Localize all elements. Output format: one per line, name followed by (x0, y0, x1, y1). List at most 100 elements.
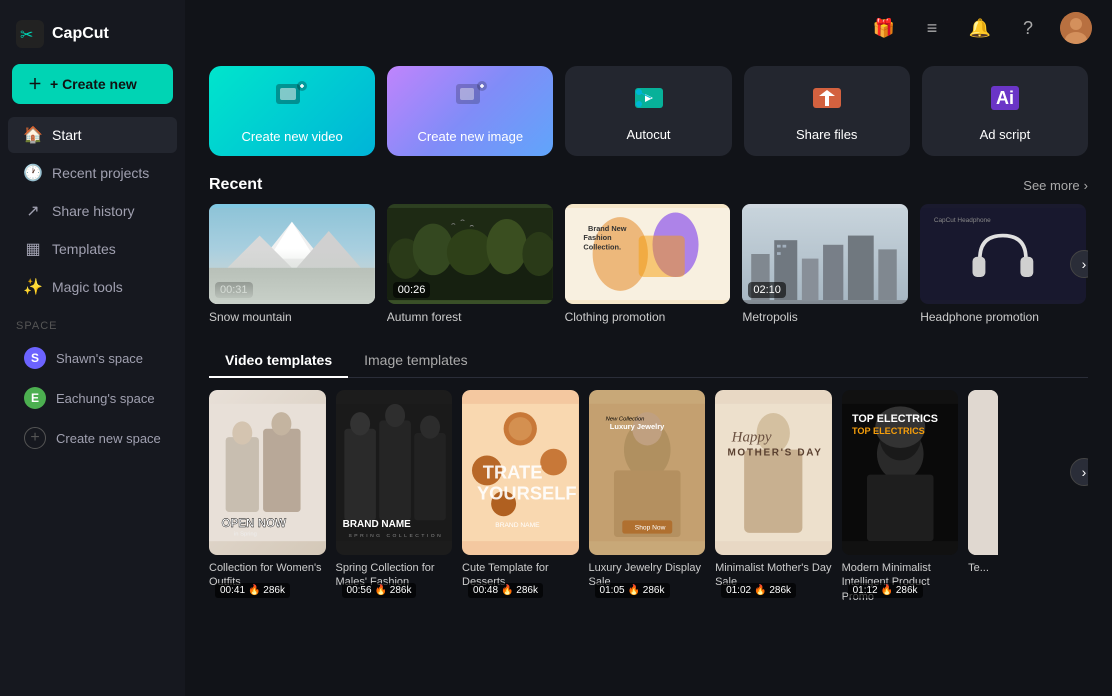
svg-text:TRATE: TRATE (483, 462, 543, 483)
template-thumb-4: New Collection Luxury Jewelry Shop Now (589, 390, 706, 555)
svg-text:SPRING COLLECTION: SPRING COLLECTION (348, 533, 443, 539)
recent-card-autumn-forest[interactable]: 00:26 Autumn forest (387, 204, 553, 324)
recent-card-snow-mountain[interactable]: 00:31 Snow mountain (209, 204, 375, 324)
template-thumb-1: OPEN NOW in Spring (209, 390, 326, 555)
create-new-button[interactable]: ＋ + Create new (12, 64, 173, 104)
ad-script-label: Ad script (980, 127, 1031, 142)
share-files-icon (809, 80, 845, 119)
clothing-name: Clothing promotion (565, 310, 731, 324)
magic-icon: ✨ (24, 278, 42, 296)
video-card-icon (274, 78, 310, 121)
gift-icon[interactable]: 🎁 (868, 12, 900, 44)
svg-text:Ai: Ai (996, 88, 1014, 108)
sidebar: ✂ CapCut ＋ + Create new 🏠 Start 🕐 Recent… (0, 0, 185, 696)
metropolis-time: 02:10 (748, 282, 786, 298)
template-card-7[interactable]: Te... (968, 390, 998, 604)
snow-mountain-name: Snow mountain (209, 310, 375, 324)
template-name-7: Te... (968, 561, 998, 575)
template-card-3[interactable]: TRATE YOURSELF BRAND NAME 00:48 🔥 286k C… (462, 390, 579, 604)
share-files-label: Share files (796, 127, 857, 142)
svg-text:CapCut Headphone: CapCut Headphone (934, 217, 991, 224)
template-card-6[interactable]: TOP ELECTRICS TOP ELECTRICS 01:12 🔥 286k… (842, 390, 959, 604)
recent-card-metropolis[interactable]: 02:10 Metropolis (742, 204, 908, 324)
logo-text: CapCut (52, 25, 109, 43)
sidebar-item-recent[interactable]: 🕐 Recent projects (8, 155, 177, 191)
snow-mountain-time: 00:31 (215, 282, 253, 298)
svg-text:Brand New: Brand New (588, 224, 627, 233)
space-item-eachung[interactable]: E Eachung's space (8, 379, 177, 417)
tab-video-templates[interactable]: Video templates (209, 344, 348, 378)
share-icon: ↗ (24, 202, 42, 220)
recent-section: Recent See more › (209, 176, 1088, 324)
svg-text:Happy: Happy (731, 429, 772, 445)
space-label: SPACE (0, 306, 185, 338)
svg-text:TOP ELECTRICS: TOP ELECTRICS (852, 426, 925, 436)
svg-text:in Spring: in Spring (234, 531, 257, 537)
image-card-icon (452, 78, 488, 121)
bell-icon[interactable]: 🔔 (964, 12, 996, 44)
share-files-card[interactable]: Share files (744, 66, 910, 156)
template-badge-3: 00:48 🔥 286k (468, 583, 543, 598)
shawn-avatar: S (24, 347, 46, 369)
template-card-2[interactable]: BRAND NAME SPRING COLLECTION 00:56 🔥 286… (336, 390, 453, 604)
template-badge-2: 00:56 🔥 286k (342, 583, 417, 598)
svg-text:Fashion: Fashion (583, 233, 612, 242)
template-badge-1: 00:41 🔥 286k (215, 583, 290, 598)
chevron-right-icon: › (1084, 178, 1088, 193)
autocut-card[interactable]: Autocut (565, 66, 731, 156)
autumn-forest-time: 00:26 (393, 282, 431, 298)
svg-text:Shop Now: Shop Now (634, 525, 665, 532)
create-image-card[interactable]: Create new image (387, 66, 553, 156)
autumn-forest-name: Autumn forest (387, 310, 553, 324)
create-video-label: Create new video (242, 129, 343, 144)
template-badge-4: 01:05 🔥 286k (595, 583, 670, 598)
snow-mountain-thumb: 00:31 (209, 204, 375, 304)
svg-text:TOP ELECTRICS: TOP ELECTRICS (852, 413, 938, 425)
sidebar-item-share-history[interactable]: ↗ Share history (8, 193, 177, 229)
template-thumb-7 (968, 390, 998, 555)
template-badge-6: 01:12 🔥 286k (848, 583, 923, 598)
create-image-label: Create new image (418, 129, 524, 144)
sidebar-item-templates[interactable]: ▦ Templates (8, 231, 177, 267)
eachung-avatar: E (24, 387, 46, 409)
main-content: 🎁 ≡ 🔔 ? Create new video (185, 0, 1112, 696)
create-space-icon: + (24, 427, 46, 449)
template-card-4[interactable]: New Collection Luxury Jewelry Shop Now 0… (589, 390, 706, 604)
autocut-icon (631, 80, 667, 119)
help-icon[interactable]: ? (1012, 12, 1044, 44)
menu-icon[interactable]: ≡ (916, 12, 948, 44)
headphone-thumb: CapCut Headphone (920, 204, 1086, 304)
ad-script-card[interactable]: Ai Ad script (922, 66, 1088, 156)
create-video-card[interactable]: Create new video (209, 66, 375, 156)
see-more-button[interactable]: See more › (1023, 178, 1088, 193)
topbar: 🎁 ≡ 🔔 ? (185, 0, 1112, 56)
tab-image-templates[interactable]: Image templates (348, 344, 484, 378)
templates-section: Video templates Image templates OPEN NOW… (209, 344, 1088, 604)
home-icon: 🏠 (24, 126, 42, 144)
templates-icon: ▦ (24, 240, 42, 258)
template-thumb-5: Happy MOTHER'S DAY (715, 390, 832, 555)
recent-card-headphone[interactable]: CapCut Headphone Headphone promotion (920, 204, 1086, 324)
svg-text:✂: ✂ (20, 27, 33, 44)
autumn-forest-thumb: 00:26 (387, 204, 553, 304)
template-card-5[interactable]: Happy MOTHER'S DAY 01:02 🔥 286k Minimali… (715, 390, 832, 604)
template-tabs: Video templates Image templates (209, 344, 1088, 378)
clothing-thumb: Brand New Fashion Collection. (565, 204, 731, 304)
svg-text:YOURSELF: YOURSELF (477, 483, 577, 504)
recent-header: Recent See more › (209, 176, 1088, 194)
user-avatar[interactable] (1060, 12, 1092, 44)
ad-script-icon: Ai (987, 80, 1023, 119)
create-space-item[interactable]: + Create new space (8, 419, 177, 457)
template-next-button[interactable]: › (1070, 458, 1088, 486)
sidebar-item-start[interactable]: 🏠 Start (8, 117, 177, 153)
plus-icon: ＋ (28, 74, 42, 94)
template-thumb-2: BRAND NAME SPRING COLLECTION (336, 390, 453, 555)
template-card-1[interactable]: OPEN NOW in Spring 00:41 🔥 286k Collecti… (209, 390, 326, 604)
template-thumb-3: TRATE YOURSELF BRAND NAME (462, 390, 579, 555)
recent-card-clothing[interactable]: Brand New Fashion Collection. Clothing p… (565, 204, 731, 324)
svg-text:Collection.: Collection. (583, 242, 621, 251)
action-cards: Create new video Create new image (209, 66, 1088, 156)
sidebar-item-magic-tools[interactable]: ✨ Magic tools (8, 269, 177, 305)
space-item-shawn[interactable]: S Shawn's space (8, 339, 177, 377)
autocut-label: Autocut (626, 127, 670, 142)
